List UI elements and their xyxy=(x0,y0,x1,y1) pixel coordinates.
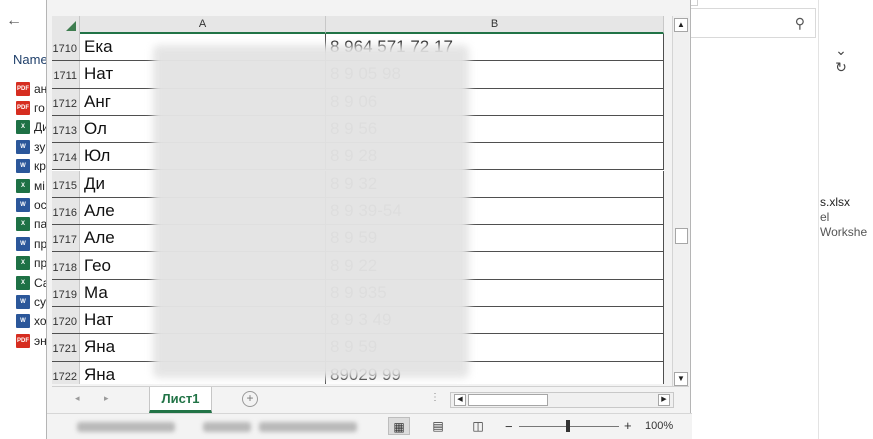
scroll-up-arrow-icon[interactable]: ▲ xyxy=(674,18,688,32)
page-break-view-icon[interactable]: ◫ xyxy=(467,417,489,435)
row-number[interactable]: 1720 xyxy=(52,307,80,334)
horizontal-scrollbar[interactable]: ◀ ▶ xyxy=(450,392,674,408)
status-bar: ▦ ▤ ◫ − + 100% xyxy=(47,413,692,439)
file-name: ос xyxy=(34,198,47,213)
pdf-file-icon: PDF xyxy=(16,101,30,116)
file-name: кр xyxy=(34,159,46,174)
file-list: PDF ан PDF го X Ди Wзу Wкр Xмі Wос Xпа Wпр Xпр X Са Wсу… xyxy=(16,79,49,350)
zoom-level[interactable]: 100% xyxy=(645,420,673,432)
row-number[interactable]: 1711 xyxy=(52,61,80,88)
row-number[interactable]: 1716 xyxy=(52,197,80,225)
explorer-nav: ← xyxy=(6,12,24,30)
status-stat-blurred xyxy=(259,422,357,432)
refresh-icon[interactable]: ↻ xyxy=(826,59,856,76)
file-list-item[interactable]: X Са xyxy=(16,273,49,292)
xls-file-icon: X xyxy=(16,178,30,193)
scroll-left-arrow-icon[interactable]: ◀ xyxy=(454,394,466,406)
zoom-out-icon[interactable]: − xyxy=(505,419,513,434)
select-all-corner[interactable] xyxy=(52,16,80,34)
file-list-item[interactable]: Xмі xyxy=(16,176,49,195)
file-list-item[interactable]: Wкр xyxy=(16,157,49,176)
file-list-item[interactable]: Wос xyxy=(16,195,49,214)
pdf-file-icon: PDF xyxy=(16,81,30,96)
file-list-item[interactable]: Wсу xyxy=(16,292,49,311)
tab-scroll-left-icon[interactable]: ◂ xyxy=(75,393,80,404)
tab-split-handle[interactable]: ⋮ xyxy=(430,392,440,403)
doc-file-icon: W xyxy=(16,139,30,154)
excel-window: A B 1710Ека8 964 571 72 171711Нат8 9 05 … xyxy=(46,0,692,439)
row-number[interactable]: 1714 xyxy=(52,143,80,170)
file-name: зу xyxy=(34,139,46,154)
scroll-right-arrow-icon[interactable]: ▶ xyxy=(658,394,670,406)
xls-file-icon: X xyxy=(16,217,30,232)
file-name: су xyxy=(34,294,46,309)
row-number[interactable]: 1710 xyxy=(52,34,80,61)
row-number[interactable]: 1722 xyxy=(52,361,80,384)
preview-filename: s.xlsx xyxy=(820,195,850,209)
doc-file-icon: W xyxy=(16,236,30,251)
scroll-down-arrow-icon[interactable]: ▼ xyxy=(674,372,688,386)
xls-file-icon: X xyxy=(16,256,30,271)
tab-scroll-right-icon[interactable]: ▸ xyxy=(104,393,109,404)
screen: ← ⚲ ⌄↻ Name PDF ан PDF го X Ди Wзу Wкр Xмі Wос Xпа… xyxy=(0,0,873,439)
row-number[interactable]: 1715 xyxy=(52,170,80,197)
doc-file-icon: W xyxy=(16,198,30,213)
explorer-right-controls: ⌄↻ xyxy=(826,42,873,76)
file-list-item[interactable]: Xпр xyxy=(16,254,49,273)
vertical-scroll-thumb[interactable] xyxy=(675,228,688,244)
pdf-file-icon: PDF xyxy=(16,333,30,348)
row-number[interactable]: 1712 xyxy=(52,88,80,115)
file-list-item[interactable]: Wхо xyxy=(16,312,49,331)
explorer-search-box[interactable]: ⚲ xyxy=(690,8,816,38)
status-stat-blurred xyxy=(203,422,251,432)
zoom-slider-thumb[interactable] xyxy=(566,420,570,432)
column-header-b[interactable]: B xyxy=(326,16,664,34)
file-list-item[interactable]: X Ди xyxy=(16,118,49,137)
zoom-in-icon[interactable]: + xyxy=(624,418,632,433)
chevron-down-icon[interactable]: ⌄ xyxy=(826,42,856,59)
sheet-tab-bar: ◂ ▸ Лист1 + ⋮ ◀ ▶ xyxy=(52,386,689,413)
row-number[interactable]: 1718 xyxy=(52,252,80,279)
doc-file-icon: W xyxy=(16,314,30,329)
file-list-item[interactable]: Wзу xyxy=(16,137,49,156)
column-header-a[interactable]: A xyxy=(80,16,326,34)
vertical-scrollbar[interactable]: ▲ ▼ xyxy=(672,16,689,386)
row-number[interactable]: 1713 xyxy=(52,115,80,143)
status-stat-blurred xyxy=(77,422,175,432)
redaction-blur xyxy=(153,45,469,378)
file-list-item[interactable]: PDF го xyxy=(16,98,49,117)
back-arrow-icon[interactable]: ← xyxy=(6,12,24,30)
search-icon[interactable]: ⚲ xyxy=(795,15,805,32)
file-list-item[interactable]: PDF эн xyxy=(16,331,49,350)
horizontal-scroll-thumb[interactable] xyxy=(468,394,548,406)
row-number[interactable]: 1721 xyxy=(52,334,80,361)
xls-file-icon: X xyxy=(16,120,30,135)
file-details-preview: s.xlsx el Workshe xyxy=(820,195,873,240)
preview-filetype: el Workshe xyxy=(820,210,868,239)
file-name: хо xyxy=(34,314,47,329)
row-number[interactable]: 1719 xyxy=(52,279,80,306)
file-list-item[interactable]: Wпр xyxy=(16,234,49,253)
file-list-item[interactable]: Xпа xyxy=(16,215,49,234)
add-sheet-icon[interactable]: + xyxy=(242,391,258,407)
file-name: мі xyxy=(34,178,45,193)
column-header-name[interactable]: Name xyxy=(13,52,48,67)
row-number[interactable]: 1717 xyxy=(52,225,80,252)
file-list-item[interactable]: PDF ан xyxy=(16,79,49,98)
file-name: го xyxy=(34,101,45,116)
normal-view-icon[interactable]: ▦ xyxy=(388,417,410,435)
explorer-pane-divider xyxy=(818,0,819,439)
file-name: эн xyxy=(34,333,47,348)
doc-file-icon: W xyxy=(16,294,30,309)
page-layout-view-icon[interactable]: ▤ xyxy=(427,417,449,435)
xls-file-icon: X xyxy=(16,275,30,290)
sheet-tab-list1[interactable]: Лист1 xyxy=(149,387,212,413)
doc-file-icon: W xyxy=(16,159,30,174)
